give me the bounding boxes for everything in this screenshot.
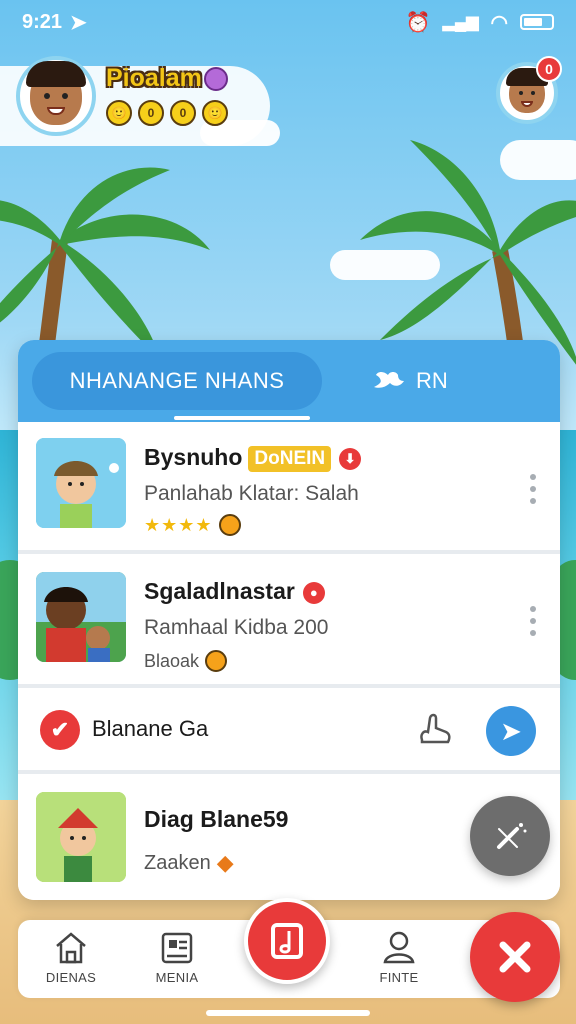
fire-icon: ◆	[216, 850, 234, 875]
item-thumbnail	[36, 792, 126, 882]
music-button[interactable]	[244, 898, 330, 984]
bird-icon	[374, 372, 404, 388]
rating-stars: ★★★★	[144, 514, 213, 535]
item-meta-text: Blaoak	[144, 650, 200, 671]
nav-item-profile[interactable]: FINTE	[354, 930, 444, 985]
nav-label: MENIA	[155, 970, 199, 985]
magic-wand-icon	[497, 823, 527, 849]
item-meta: Blaoak	[144, 650, 228, 672]
item-subtitle: Ramhaal Kidba 200	[144, 616, 329, 639]
status-bar: 9:21 ➤ ⏰ ▂▄▆ ◠	[0, 0, 576, 44]
list-item[interactable]: Sgaladlnastar ● Ramhaal Kidba 200 Blaoak	[18, 554, 560, 684]
item-title-text: Sgaladlnastar	[144, 578, 295, 604]
item-badge: DoNEIN	[248, 445, 332, 472]
wifi-icon: ◠	[490, 11, 508, 34]
item-title: Sgaladlnastar ●	[144, 578, 325, 605]
tab-active[interactable]: NHANANGE NHANS	[32, 352, 322, 410]
item-thumbnail	[36, 572, 126, 662]
item-meta: ★★★★	[144, 514, 241, 536]
user-avatar[interactable]	[16, 56, 96, 136]
close-button[interactable]	[470, 912, 560, 1002]
check-icon: ✔	[40, 710, 80, 750]
hand-pointer-icon[interactable]	[416, 710, 454, 748]
purple-emoji-icon	[204, 67, 228, 91]
more-options-icon[interactable]	[530, 474, 538, 504]
location-arrow-icon: ➤	[70, 11, 87, 34]
item-title-text: Bysnuho	[144, 444, 243, 470]
emoji-o-icon[interactable]: 0	[170, 100, 196, 126]
go-button[interactable]: ➤	[486, 706, 536, 756]
emoji-wink-icon[interactable]: 🙂	[202, 100, 228, 126]
item-title: Bysnuho DoNEIN ⬇	[144, 444, 362, 472]
emoji-row: 🙂 0 0 🙂	[106, 100, 228, 126]
item-subtitle: Zaaken	[144, 851, 211, 874]
battery-icon	[520, 14, 554, 30]
divider	[18, 684, 560, 688]
emoji-o-icon[interactable]: 0	[138, 100, 164, 126]
home-icon	[56, 932, 86, 964]
mouth	[47, 107, 65, 115]
magic-wand-button[interactable]	[470, 796, 550, 876]
home-indicator	[206, 1010, 370, 1016]
eye	[44, 93, 50, 99]
nav-label: DIENAS	[45, 970, 97, 985]
tab-secondary-label: RN	[416, 368, 448, 393]
eye	[62, 93, 68, 99]
username: Pioalam	[106, 64, 202, 92]
close-icon	[499, 941, 531, 973]
eye	[531, 91, 535, 95]
status-time: 9:21	[22, 10, 63, 33]
item-thumbnail	[36, 438, 126, 528]
eye	[519, 91, 523, 95]
item-title: Diag Blane59	[144, 806, 289, 832]
location-pin-icon: ●	[302, 581, 325, 604]
action-label: Blanane Ga	[92, 716, 209, 741]
item-subtitle: Panlahab Klatar: Salah	[144, 482, 359, 505]
face-emoji-icon	[218, 514, 241, 536]
tab-indicator	[174, 416, 310, 420]
person-icon	[383, 931, 415, 964]
emoji-smile-icon[interactable]: 🙂	[106, 100, 132, 126]
alarm-icon: ⏰	[405, 11, 431, 34]
media-icon	[161, 932, 193, 964]
avatar-face	[506, 68, 548, 113]
nav-item-media[interactable]: MENIA	[132, 930, 222, 985]
list-item[interactable]: Bysnuho DoNEIN ⬇ Panlahab Klatar: Salah ★★…	[18, 422, 560, 550]
more-options-icon[interactable]	[530, 606, 538, 636]
music-note-icon	[271, 923, 303, 959]
nav-label: FINTE	[379, 970, 419, 985]
tab-secondary[interactable]: RN	[372, 367, 448, 395]
mouth	[521, 101, 533, 107]
face-emoji-icon	[205, 650, 228, 672]
status-icons: ⏰ ▂▄▆ ◠	[406, 10, 554, 35]
item-meta: Zaaken ◆	[144, 850, 234, 876]
location-pin-icon: ⬇	[339, 447, 362, 470]
card-header: NHANANGE NHANS RN	[18, 340, 560, 422]
nav-item-home[interactable]: DIENAS	[26, 930, 116, 985]
cellular-signal-icon: ▂▄▆	[442, 14, 479, 31]
action-row[interactable]: ✔ Blanane Ga ➤	[18, 690, 560, 770]
notification-badge[interactable]: 0	[536, 56, 562, 82]
avatar-face	[26, 61, 86, 125]
